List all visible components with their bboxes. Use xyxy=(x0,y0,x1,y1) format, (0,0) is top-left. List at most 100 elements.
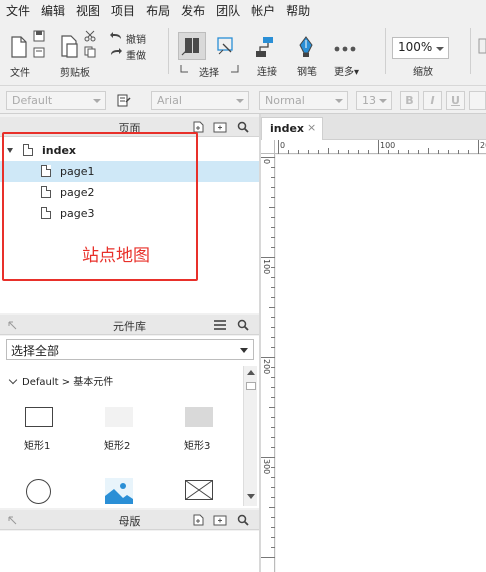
widget-ellipse[interactable] xyxy=(26,479,51,504)
redo-button[interactable]: 重做 xyxy=(126,47,146,62)
search-icon[interactable] xyxy=(237,514,249,526)
copy-icon[interactable] xyxy=(84,46,96,58)
menu-view[interactable]: 视图 xyxy=(76,2,100,19)
font-size-select[interactable]: 13 xyxy=(356,91,392,110)
menu-account[interactable]: 帐户 xyxy=(251,2,275,19)
chevron-down-icon xyxy=(436,47,444,51)
search-icon[interactable] xyxy=(237,319,249,331)
font-family-value: Arial xyxy=(157,94,182,107)
menu-edit[interactable]: 编辑 xyxy=(41,2,65,19)
library-panel-header: 元件库 xyxy=(0,315,259,335)
library-scrollbar[interactable] xyxy=(243,366,257,506)
open-icon[interactable] xyxy=(33,46,45,58)
ruler-label: 200 xyxy=(262,359,271,375)
pen-icon[interactable] xyxy=(297,36,315,58)
close-icon[interactable]: × xyxy=(307,121,316,134)
select-intersect-icon[interactable] xyxy=(178,32,206,60)
font-family-select[interactable]: Arial xyxy=(151,91,249,110)
style-select[interactable]: Default xyxy=(6,91,106,110)
library-select[interactable]: 选择全部 xyxy=(6,339,254,360)
select-contained-icon[interactable] xyxy=(215,36,235,56)
library-group-label: Default > 基本元件 xyxy=(22,377,114,388)
more-icon[interactable] xyxy=(334,42,356,52)
library-group[interactable]: Default > 基本元件 xyxy=(8,373,114,388)
format-overflow[interactable] xyxy=(469,91,486,110)
clipboard-group-label: 剪贴板 xyxy=(60,68,90,79)
page-tab-bar: index × xyxy=(261,114,486,140)
toolbar-divider xyxy=(168,28,169,74)
style-select-value: Default xyxy=(12,94,53,107)
menu-project[interactable]: 项目 xyxy=(111,2,135,19)
undo-button[interactable]: 撤销 xyxy=(126,31,146,46)
paste-icon[interactable] xyxy=(60,34,80,58)
ruler-corner xyxy=(261,140,275,154)
ruler-label: 0 xyxy=(280,141,286,150)
chevron-down-icon xyxy=(335,99,343,103)
sitemap-annotation: 站点地图 xyxy=(82,246,150,266)
more-button[interactable]: 更多▾ xyxy=(334,63,359,78)
scroll-down-arrow-icon[interactable] xyxy=(247,494,255,499)
zoom-select[interactable]: 100% xyxy=(392,37,449,59)
widget-rectangle3[interactable] xyxy=(185,407,213,427)
format-painter-icon[interactable] xyxy=(117,94,131,107)
font-weight-value: Normal xyxy=(265,94,305,107)
scrollbar-thumb[interactable] xyxy=(246,382,256,390)
cut-icon[interactable] xyxy=(84,30,96,42)
widget-rectangle3-label: 矩形3 xyxy=(184,441,211,452)
scroll-up-arrow-icon[interactable] xyxy=(247,370,255,375)
tab-index[interactable]: index × xyxy=(261,117,323,140)
format-bar: Default Arial Normal 13 B I U xyxy=(0,87,486,114)
menu-layout[interactable]: 布局 xyxy=(146,2,170,19)
connect-icon[interactable] xyxy=(254,36,276,58)
bold-button[interactable]: B xyxy=(400,91,419,110)
masters-panel-header: 母版 xyxy=(0,510,259,530)
underline-button[interactable]: U xyxy=(446,91,465,110)
design-canvas[interactable] xyxy=(276,155,486,572)
file-new-icon[interactable] xyxy=(10,36,28,58)
widget-rectangle2[interactable] xyxy=(105,407,133,427)
menu-publish[interactable]: 发布 xyxy=(181,2,205,19)
ruler-label: 100 xyxy=(262,259,271,275)
pen-label: 钢笔 xyxy=(297,67,317,78)
menu-team[interactable]: 团队 xyxy=(216,2,240,19)
ruler-label: 20 xyxy=(480,141,486,150)
menu-bar: 文件 编辑 视图 项目 布局 发布 团队 帐户 帮助 xyxy=(0,0,486,20)
italic-button[interactable]: I xyxy=(423,91,442,110)
widget-rectangle1[interactable] xyxy=(25,407,53,427)
ruler-horizontal: 0 100 20 xyxy=(275,140,486,154)
widget-rectangle2-label: 矩形2 xyxy=(104,441,131,452)
add-folder-icon[interactable] xyxy=(213,121,227,133)
library-select-value: 选择全部 xyxy=(11,344,60,358)
search-icon[interactable] xyxy=(237,121,249,133)
widget-placeholder[interactable] xyxy=(185,480,213,500)
menu-file[interactable]: 文件 xyxy=(6,2,30,19)
widget-rectangle1-label: 矩形1 xyxy=(24,441,51,452)
add-master-icon[interactable] xyxy=(192,514,204,526)
select-label: 选择 xyxy=(199,68,219,79)
group-expand-icon[interactable] xyxy=(8,375,18,385)
zoom-value: 100% xyxy=(398,40,433,54)
masters-area xyxy=(0,531,259,572)
undo-icon[interactable] xyxy=(110,31,122,41)
select-bracket-right-icon xyxy=(229,64,239,74)
toolbar-divider xyxy=(470,28,471,74)
chevron-down-icon xyxy=(93,99,101,103)
font-weight-select[interactable]: Normal xyxy=(259,91,348,110)
menu-help[interactable]: 帮助 xyxy=(286,2,310,19)
chevron-down-icon xyxy=(379,99,387,103)
add-folder-icon[interactable] xyxy=(213,514,227,526)
chevron-down-icon xyxy=(240,348,248,353)
ruler-vertical: 0 100 200 300 xyxy=(261,154,275,572)
select-bracket-icon xyxy=(180,64,190,74)
ruler-label: 300 xyxy=(262,459,271,475)
widget-image[interactable] xyxy=(105,478,133,504)
save-icon[interactable] xyxy=(33,30,45,42)
overflow-icon[interactable] xyxy=(478,38,486,54)
toolbar-divider xyxy=(385,28,386,74)
redo-icon[interactable] xyxy=(110,47,122,57)
menu-icon[interactable] xyxy=(214,320,226,330)
ruler-label: 100 xyxy=(380,141,396,150)
font-size-value: 13 xyxy=(362,94,376,107)
zoom-label: 缩放 xyxy=(413,67,433,78)
tab-index-label: index xyxy=(270,122,305,135)
